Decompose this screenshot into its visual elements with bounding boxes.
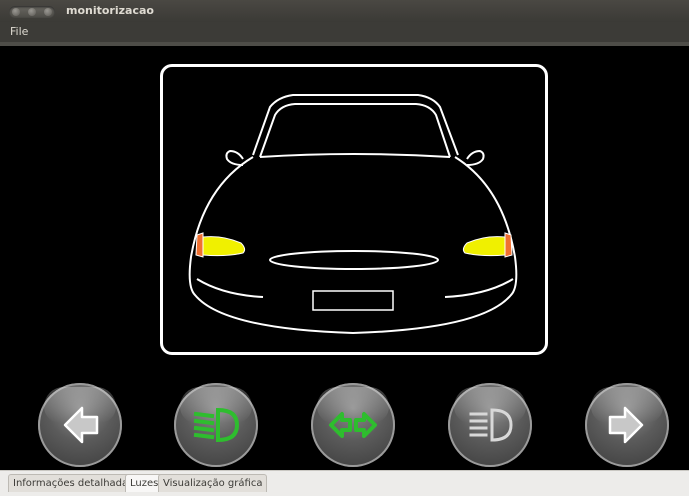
menu-bar: File	[0, 22, 689, 42]
hazard-lights-button[interactable]	[311, 383, 395, 467]
car-display-frame	[160, 64, 548, 355]
high-beam-headlight-icon	[469, 408, 513, 442]
window-controls	[9, 6, 55, 18]
menu-file[interactable]: File	[10, 25, 28, 38]
right-turn-signal-button[interactable]	[585, 383, 669, 467]
left-arrow-icon	[63, 406, 99, 444]
lights-panel	[0, 46, 689, 470]
minimize-window-button[interactable]	[28, 8, 36, 16]
close-window-button[interactable]	[12, 8, 20, 16]
left-headlight	[198, 236, 246, 257]
low-beam-headlight-icon	[193, 407, 240, 443]
maximize-window-button[interactable]	[44, 8, 52, 16]
tab-visualizacao-grafica[interactable]: Visualização gráfica	[158, 474, 268, 492]
car-front-illustration	[188, 94, 518, 335]
window-title: monitorizacao	[66, 4, 154, 17]
tab-informacoes-detalhadas[interactable]: Informações detalhadas	[8, 474, 139, 492]
left-indicator	[195, 232, 204, 258]
right-indicator	[504, 232, 513, 258]
right-headlight	[462, 236, 510, 257]
tab-bar: Informações detalhadas Luzes Visualizaçã…	[0, 470, 689, 496]
hazard-arrows-icon	[329, 412, 377, 438]
right-arrow-icon	[608, 406, 644, 444]
low-beam-button[interactable]	[174, 383, 258, 467]
title-bar: monitorizacao	[0, 0, 689, 22]
left-turn-signal-button[interactable]	[38, 383, 122, 467]
high-beam-button[interactable]	[448, 383, 532, 467]
